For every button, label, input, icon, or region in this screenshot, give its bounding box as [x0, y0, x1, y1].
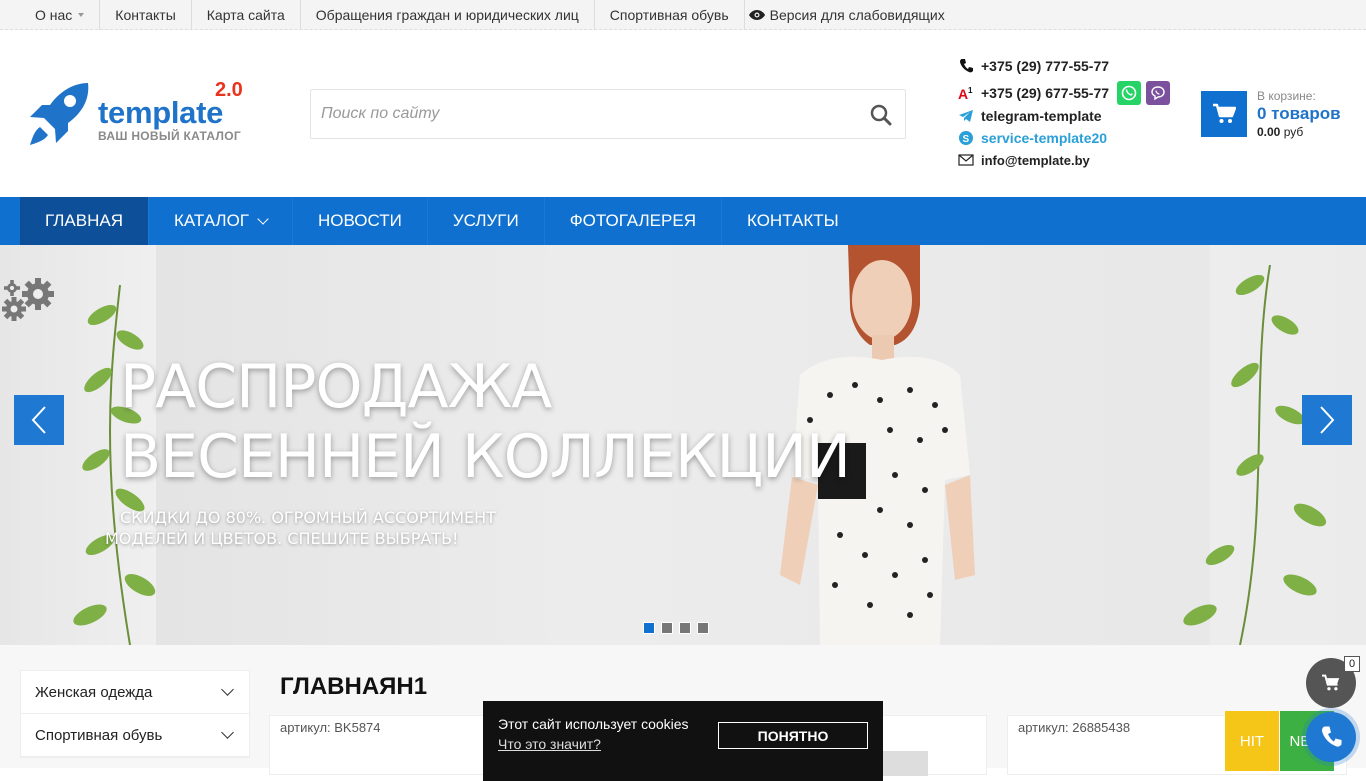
chevron-down-icon — [257, 213, 269, 225]
top-bar: О нас Контакты Карта сайта Обращения гра… — [0, 0, 1366, 30]
search-input[interactable] — [311, 90, 851, 138]
sidebar-item-sport-shoes[interactable]: Спортивная обувь — [21, 714, 249, 757]
settings-gears-icon[interactable] — [0, 276, 60, 326]
cookie-accept-button[interactable]: Понятно — [718, 722, 868, 749]
eye-icon — [748, 9, 765, 20]
nav-item-gallery[interactable]: Фотогалерея — [545, 197, 722, 245]
nav-item-home[interactable]: Главная — [20, 197, 149, 245]
svg-text:1: 1 — [968, 86, 973, 95]
a1-operator-icon: A1 — [958, 85, 974, 101]
search-icon[interactable] — [869, 103, 893, 127]
slider-dot-4[interactable] — [697, 622, 709, 634]
main-nav: Главная Каталог Новости Услуги Фотогалер… — [0, 197, 1366, 245]
logo-tagline: ВАШ НОВЫЙ КАТАЛОГ — [98, 129, 241, 143]
chevron-down-icon — [221, 683, 234, 696]
cart-label: В корзине: — [1257, 89, 1316, 103]
product-article: артикул: 26885438 — [1018, 720, 1131, 735]
search-box — [310, 89, 906, 139]
slide-subtitle: Скидки до 80%. Огромный ассортимент моде… — [105, 508, 496, 548]
cart-icon — [1213, 103, 1236, 123]
skype-icon: S — [958, 130, 974, 146]
product-card[interactable]: артикул: BK5874 — [269, 715, 509, 775]
cart-total: 0.00 руб — [1257, 125, 1304, 139]
cookie-text: Этот сайт использует cookies — [498, 716, 689, 732]
cart-icon — [1322, 674, 1340, 691]
leaves-right-image — [1183, 265, 1327, 645]
cart-item-count[interactable]: 0 товаров — [1257, 104, 1341, 124]
floating-cart-button[interactable]: 0 — [1306, 656, 1360, 708]
topbar-link-appeals[interactable]: Обращения граждан и юридических лиц — [301, 0, 595, 30]
product-article: артикул: BK5874 — [280, 720, 381, 735]
chevron-right-icon — [1320, 406, 1335, 434]
contact-telegram[interactable]: telegram-template — [958, 108, 1102, 124]
contact-email[interactable]: info@template.by — [958, 152, 1090, 168]
topbar-link-accessibility[interactable]: Версия для слабовидящих — [745, 0, 960, 30]
catalog-sidebar: Женская одежда Спортивная обувь — [20, 670, 250, 758]
slider-dot-2[interactable] — [661, 622, 673, 634]
callback-button[interactable] — [1306, 712, 1356, 762]
envelope-icon — [958, 152, 974, 168]
svg-text:S: S — [963, 134, 970, 145]
viber-icon[interactable] — [1146, 81, 1171, 105]
slider-dot-1[interactable] — [643, 622, 655, 634]
cookie-banner: Этот сайт использует cookies Что это зна… — [483, 701, 883, 781]
slider-prev-button[interactable] — [14, 395, 64, 445]
phone-icon — [1322, 726, 1342, 747]
svg-text:A: A — [958, 86, 968, 101]
cart-button[interactable] — [1201, 91, 1247, 137]
sidebar-item-womens-clothing[interactable]: Женская одежда — [21, 671, 249, 714]
telegram-icon — [958, 108, 974, 124]
page-title: ГЛАВНАЯН1 — [280, 673, 428, 700]
cookie-info-link[interactable]: Что это значит? — [498, 736, 601, 752]
slider-dot-3[interactable] — [679, 622, 691, 634]
nav-item-catalog[interactable]: Каталог — [149, 197, 294, 245]
header-cart: В корзине: 0 товаров 0.00 руб — [1201, 89, 1361, 141]
topbar-link-about[interactable]: О нас — [20, 0, 101, 30]
contact-phone1[interactable]: +375 (29) 777-55-77 — [958, 58, 1109, 74]
slider-pagination — [643, 622, 709, 634]
logo-name: template — [98, 95, 224, 130]
logo[interactable]: 2.0 template ВАШ НОВЫЙ КАТАЛОГ — [24, 79, 264, 151]
chevron-down-icon — [78, 13, 85, 17]
hero-slider: Распродажа весенней коллекции Скидки до … — [0, 245, 1366, 645]
topbar-link-sport-shoes[interactable]: Спортивная обувь — [595, 0, 745, 30]
whatsapp-icon[interactable] — [1117, 81, 1142, 105]
floating-cart-count: 0 — [1344, 656, 1360, 672]
contact-phone2[interactable]: A1 +375 (29) 677-55-77 — [958, 81, 1171, 105]
chevron-down-icon — [221, 726, 234, 739]
topbar-link-contacts[interactable]: Контакты — [100, 0, 192, 30]
nav-item-news[interactable]: Новости — [293, 197, 428, 245]
rocket-icon — [30, 83, 89, 145]
nav-item-contacts[interactable]: Контакты — [722, 197, 864, 245]
hit-badge: HIT — [1225, 711, 1279, 771]
nav-item-services[interactable]: Услуги — [428, 197, 545, 245]
chevron-left-icon — [31, 406, 46, 434]
slide-title: Распродажа весенней коллекции — [120, 352, 851, 492]
header: 2.0 template ВАШ НОВЫЙ КАТАЛОГ +375 (29)… — [0, 31, 1366, 197]
phone-icon — [958, 58, 974, 74]
slider-next-button[interactable] — [1302, 395, 1352, 445]
contact-skype[interactable]: S service-template20 — [958, 130, 1107, 146]
topbar-link-sitemap[interactable]: Карта сайта — [192, 0, 301, 30]
